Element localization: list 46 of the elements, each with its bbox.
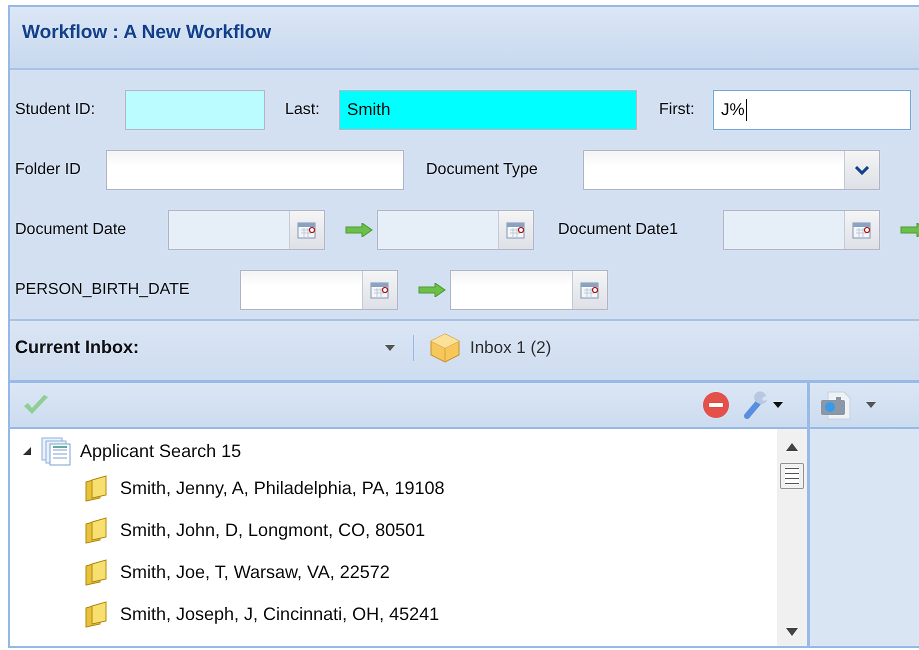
field-label: Folder ID [15, 161, 82, 179]
search-results-icon [40, 436, 72, 466]
field-label: Document Date1 [558, 221, 680, 239]
current-inbox-label: Current Inbox: [15, 337, 140, 358]
field-label: Document Date [15, 221, 128, 239]
text-field[interactable]: J% [713, 90, 911, 130]
dropdown-caret-icon[interactable] [385, 344, 395, 350]
date-field[interactable] [240, 270, 398, 310]
collapse-triangle-icon[interactable] [22, 446, 32, 456]
wrench-icon [744, 391, 770, 419]
calendar-icon [370, 281, 390, 299]
window-title: Workflow : A New Workflow [22, 22, 272, 44]
text-field[interactable] [106, 150, 404, 190]
field-label: Last: [285, 101, 321, 119]
tree-item[interactable]: Smith, Joseph, J, Cincinnati, OH, 45241 [120, 604, 440, 624]
box-icon [429, 332, 461, 362]
caret-icon [866, 402, 876, 408]
tree-item[interactable]: Smith, John, D, Longmont, CO, 80501 [120, 520, 426, 540]
chevron-down-icon [855, 166, 869, 174]
tree-node[interactable]: Applicant Search 15 [80, 440, 242, 462]
wrench-menu-button[interactable] [744, 391, 783, 419]
remove-icon[interactable] [702, 391, 730, 419]
text-field[interactable]: Smith [339, 90, 637, 130]
text-field[interactable] [125, 90, 265, 130]
date-field[interactable] [450, 270, 608, 310]
caret-icon [773, 402, 783, 408]
arrow-right-icon [418, 283, 446, 297]
calendar-icon [506, 221, 526, 239]
field-label: PERSON_BIRTH_DATE [15, 281, 191, 299]
field-label: Student ID: [15, 101, 96, 119]
document-type-dropdown[interactable] [583, 150, 880, 190]
scroll-thumb[interactable] [780, 463, 804, 489]
tree-item[interactable]: Smith, Joe, T, Warsaw, VA, 22572 [120, 562, 390, 582]
calendar-icon [580, 281, 600, 299]
field-label: First: [659, 101, 696, 119]
scroll-down-icon[interactable] [786, 628, 798, 636]
camera-menu-button[interactable] [820, 390, 876, 420]
inbox-button[interactable]: Inbox 1 (2) [429, 332, 552, 362]
field-label: Document Type [426, 161, 539, 179]
checkmark-icon[interactable] [22, 394, 50, 416]
tree-item[interactable]: Smith, Jenny, A, Philadelphia, PA, 19108 [120, 478, 445, 498]
scrollbar[interactable] [777, 429, 807, 646]
calendar-icon [297, 221, 317, 239]
calendar-icon [852, 221, 872, 239]
arrow-right-icon [345, 223, 373, 237]
scroll-up-icon[interactable] [786, 443, 798, 451]
